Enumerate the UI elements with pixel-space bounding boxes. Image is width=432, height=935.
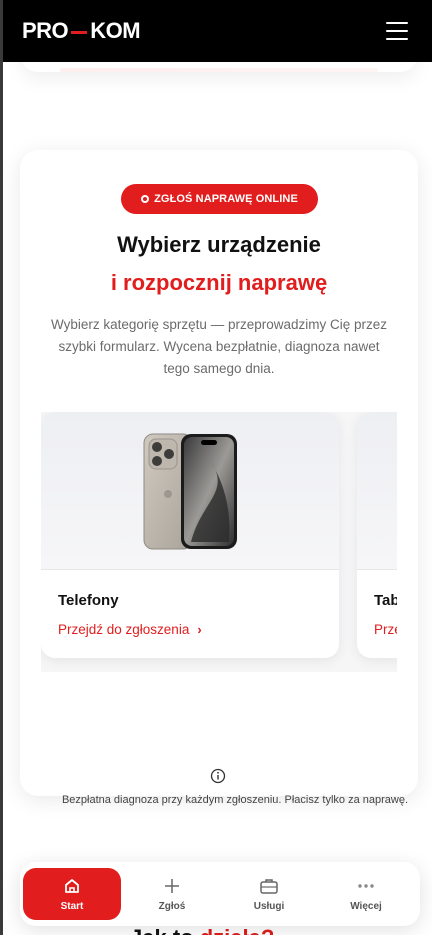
nav-label: Usługi <box>253 900 285 912</box>
go-to-request-link[interactable]: Prze <box>374 622 397 637</box>
category-card-phones[interactable]: Telefony Przejdź do zgłoszenia › <box>41 412 339 658</box>
badge-label: ZGŁOŚ NAPRAWĘ ONLINE <box>154 193 298 205</box>
nav-services[interactable]: Usługi <box>220 868 318 920</box>
category-carousel[interactable]: Telefony Przejdź do zgłoszenia › Tab Prz… <box>41 412 397 672</box>
repair-request-card: ZGŁOŚ NAPRAWĘ ONLINE Wybierz urządzenie … <box>20 150 418 806</box>
link-label: Prze <box>374 622 397 637</box>
nav-report[interactable]: Zgłoś <box>123 868 221 920</box>
nav-more[interactable]: Więcej <box>317 868 415 920</box>
nav-label: Start <box>60 900 84 912</box>
section-title: Wybierz urządzenie <box>117 232 321 257</box>
page-content: ZGŁOŚ NAPRAWĘ ONLINE Wybierz urządzenie … <box>3 62 432 935</box>
chevron-right-icon: › <box>197 622 202 637</box>
logo-text-left: PRO <box>22 18 69 43</box>
info-icon <box>210 768 226 784</box>
phone-image <box>41 412 339 570</box>
home-icon <box>65 878 79 893</box>
category-card-tablets[interactable]: Tab Prze <box>357 412 397 658</box>
briefcase-icon <box>260 878 278 894</box>
section-description: Wybierz kategorię sprzętu — przeprowadzi… <box>51 317 387 376</box>
go-to-request-link[interactable]: Przejdź do zgłoszenia › <box>58 622 202 637</box>
nav-start[interactable]: Start <box>23 868 121 920</box>
logo-text-right: KOM <box>90 18 141 43</box>
free-diagnosis-note: Bezpłatna diagnoza przy każdym zgłoszeni… <box>61 794 409 806</box>
bottom-navigation: Start Zgłoś Usługi Więcej <box>20 862 420 926</box>
category-name: Tab <box>374 592 397 609</box>
tablet-image <box>357 412 397 570</box>
hamburger-icon[interactable] <box>386 22 408 40</box>
category-name: Telefony <box>58 592 119 609</box>
online-repair-badge: ZGŁOŚ NAPRAWĘ ONLINE <box>121 184 318 214</box>
previous-section-card <box>20 62 418 72</box>
nav-label: Zgłoś <box>158 900 186 912</box>
section-title-accent: i rozpocznij naprawę <box>110 270 328 295</box>
circle-icon <box>141 195 150 203</box>
top-bar: PRO KOM <box>0 0 432 62</box>
nav-label: Więcej <box>350 900 382 912</box>
link-label: Przejdź do zgłoszenia <box>58 622 190 637</box>
more-dots-icon <box>358 883 374 888</box>
logo[interactable]: PRO KOM <box>22 18 141 44</box>
plus-icon <box>165 878 179 893</box>
smartphone-icon <box>143 433 237 550</box>
next-section-title: Jak to działa? <box>130 925 274 935</box>
window-edge <box>0 0 3 935</box>
logo-dash <box>71 30 88 34</box>
